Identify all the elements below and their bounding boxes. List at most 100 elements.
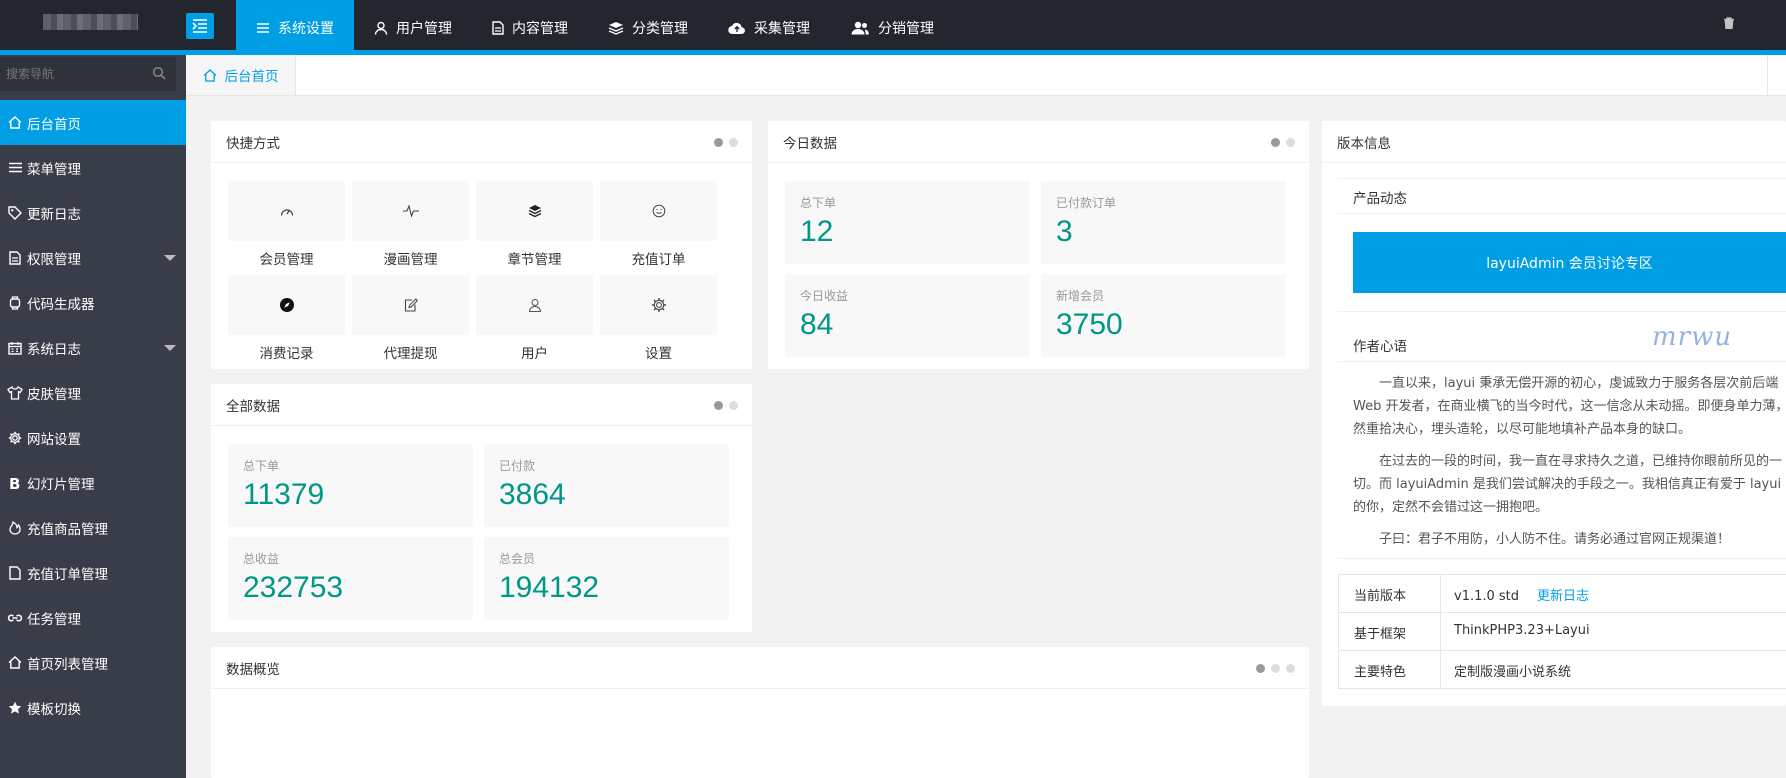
search-icon[interactable] (152, 66, 166, 84)
sidebar-item-label: 代码生成器 (27, 296, 95, 313)
sidebar-item[interactable]: B 幻灯片管理 (0, 460, 186, 505)
smile-icon (652, 204, 666, 218)
sidebar-item-label: 充值订单管理 (27, 566, 108, 583)
shortcut-label[interactable]: 会员管理 (228, 248, 345, 268)
home-outline-icon (7, 656, 23, 669)
tab-strip: 后台首页 (186, 55, 1786, 96)
nav-item-distribution-management[interactable]: 分销管理 (830, 0, 954, 55)
sidebar-item[interactable]: 代码生成器 (0, 280, 186, 325)
shortcut-label[interactable]: 消费记录 (228, 342, 345, 362)
shortcut-item[interactable] (228, 275, 345, 335)
sidebar-item[interactable]: 皮肤管理 (0, 370, 186, 415)
changelog-link[interactable]: 更新日志 (1537, 589, 1589, 604)
gauge-icon (280, 205, 294, 217)
stat-label: 新增会员 (1056, 289, 1105, 303)
shortcut-item[interactable] (352, 181, 469, 241)
version-info-card: 版本信息 产品动态 layuiAdmin 会员讨论专区 作者心语 mrwu 一直… (1322, 121, 1786, 706)
shortcut-label[interactable]: 章节管理 (476, 248, 593, 268)
column-divider (1440, 575, 1441, 612)
sidebar-item[interactable]: 后台首页 (0, 100, 186, 145)
sidebar-item[interactable]: 权限管理 (0, 235, 186, 280)
sidebar-item-label: 更新日志 (27, 206, 81, 223)
stat-value: 84 (800, 308, 834, 341)
discussion-banner[interactable]: layuiAdmin 会员讨论专区 (1353, 232, 1786, 293)
card-header: 版本信息 (1322, 121, 1786, 163)
version-row-value: ThinkPHP3.23+Layui (1454, 623, 1590, 638)
carousel-dot[interactable] (1286, 664, 1295, 673)
nav-item-content-management[interactable]: 内容管理 (472, 0, 588, 55)
nav-item-collect-management[interactable]: 采集管理 (708, 0, 830, 55)
card-title: 快捷方式 (226, 135, 280, 152)
nav-item-label: 分类管理 (632, 20, 688, 37)
shortcut-label[interactable]: 充值订单 (600, 248, 717, 268)
sidebar-item[interactable]: 网站设置 (0, 415, 186, 460)
card-header: 数据概览 (211, 647, 1309, 689)
version-row: 当前版本 v1.1.0 std 更新日志 (1338, 574, 1786, 613)
stat-card: 今日收益 84 (785, 274, 1030, 357)
version-row-value-text: ThinkPHP3.23+Layui (1454, 623, 1590, 638)
nav-item-category-management[interactable]: 分类管理 (588, 0, 708, 55)
user-icon (528, 298, 542, 312)
top-bar: 系统设置 用户管理 内容管理 分类管理 采集管理 分销管理 (0, 0, 1786, 55)
carousel-dot[interactable] (729, 138, 738, 147)
carousel-dots (1271, 138, 1295, 147)
version-row-value: 定制版漫画小说系统 (1454, 661, 1571, 680)
sidebar-item[interactable]: 充值订单管理 (0, 550, 186, 595)
today-data-card: 今日数据 总下单 12 已付款订单 3 今日收益 84 新增会员 3750 (768, 121, 1309, 369)
sidebar-item[interactable]: 首页列表管理 (0, 640, 186, 685)
stat-value: 3750 (1056, 308, 1123, 341)
nav-item-label: 系统设置 (278, 20, 334, 37)
author-note-line: Web 开发者，在商业横飞的当今时代，这一信念从未动摇。即便身单力薄，也 (1353, 399, 1786, 414)
watch-icon (7, 295, 23, 310)
card-header: 快捷方式 (211, 121, 752, 163)
shortcut-item[interactable] (600, 181, 717, 241)
sidebar-toggle-button[interactable] (186, 13, 214, 39)
trash-icon[interactable] (1723, 17, 1735, 33)
sidebar-item[interactable]: 模板切换 (0, 685, 186, 730)
gear-icon (7, 431, 23, 445)
shortcut-item[interactable] (352, 275, 469, 335)
list-icon (256, 22, 270, 34)
sidebar-item[interactable]: 系统日志 (0, 325, 186, 370)
shortcut-label[interactable]: 设置 (600, 342, 717, 362)
version-row: 主要特色 定制版漫画小说系统 (1338, 650, 1786, 689)
shortcut-item[interactable] (228, 181, 345, 241)
sidebar-item-label: 首页列表管理 (27, 656, 108, 673)
shortcut-item[interactable] (476, 275, 593, 335)
carousel-dot[interactable] (1271, 664, 1280, 673)
stat-value: 12 (800, 215, 834, 248)
nav-item-system-settings[interactable]: 系统设置 (236, 0, 354, 55)
shortcut-label[interactable]: 用户 (476, 342, 593, 362)
sidebar-item-label: 菜单管理 (27, 161, 81, 178)
carousel-dot[interactable] (1271, 138, 1280, 147)
shirt-icon (7, 385, 23, 400)
sidebar-item[interactable]: 更新日志 (0, 190, 186, 235)
carousel-dot[interactable] (1256, 664, 1265, 673)
shortcut-item[interactable] (600, 275, 717, 335)
product-news-title: 产品动态 (1353, 191, 1407, 207)
carousel-dots (714, 138, 738, 147)
divider (1337, 311, 1786, 312)
carousel-dot[interactable] (714, 401, 723, 410)
shortcut-item[interactable] (476, 181, 593, 241)
carousel-dot[interactable] (714, 138, 723, 147)
stat-value: 194132 (499, 571, 600, 604)
search-input[interactable] (6, 64, 146, 84)
pulse-icon (402, 205, 419, 217)
shortcut-label[interactable]: 代理提现 (352, 342, 469, 362)
stat-value: 11379 (243, 478, 325, 511)
carousel-dot[interactable] (729, 401, 738, 410)
sidebar-item[interactable]: 充值商品管理 (0, 505, 186, 550)
card-title: 版本信息 (1337, 135, 1391, 152)
sidebar-item[interactable]: 任务管理 (0, 595, 186, 640)
sidebar-item[interactable]: 菜单管理 (0, 145, 186, 190)
carousel-dot[interactable] (1286, 138, 1295, 147)
nav-item-user-management[interactable]: 用户管理 (354, 0, 472, 55)
data-overview-card: 数据概览 (211, 647, 1309, 778)
sidebar-item-label: 幻灯片管理 (27, 476, 95, 493)
author-note-line: 切。而 layuiAdmin 是我们尝试解决的手段之一。我相信真正有爱于 lay… (1353, 477, 1782, 492)
tab-home[interactable]: 后台首页 (186, 55, 296, 95)
users-icon (850, 21, 870, 35)
stat-card: 总下单 12 (785, 181, 1030, 264)
shortcut-label[interactable]: 漫画管理 (352, 248, 469, 268)
